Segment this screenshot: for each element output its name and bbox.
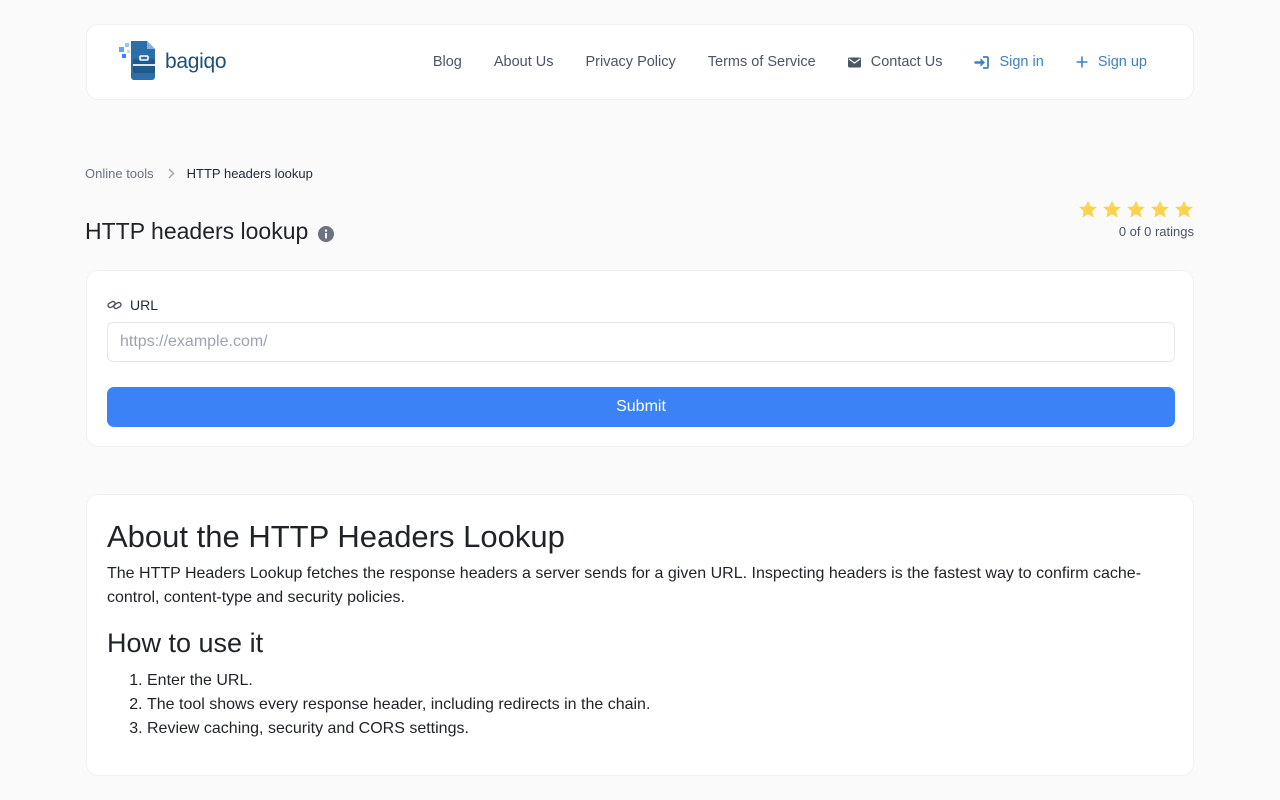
breadcrumb: Online tools HTTP headers lookup: [85, 166, 313, 181]
breadcrumb-online-tools[interactable]: Online tools: [85, 166, 154, 181]
about-paragraph: The HTTP Headers Lookup fetches the resp…: [107, 565, 1142, 606]
sign-up-link[interactable]: Sign up: [1076, 54, 1147, 70]
rating-widget: 0 of 0 ratings: [1078, 200, 1194, 239]
about-card: About the HTTP Headers Lookup The HTTP H…: [86, 494, 1194, 776]
star-icon[interactable]: [1174, 200, 1194, 219]
url-label-row: URL: [107, 297, 158, 313]
url-input[interactable]: [107, 322, 1175, 362]
nav-privacy-label: Privacy Policy: [585, 54, 676, 70]
brand-name: bagiqo: [165, 50, 227, 73]
star-icon[interactable]: [1102, 200, 1122, 219]
how-to-steps: Enter the URL. The tool shows every resp…: [107, 669, 1173, 741]
link-icon: [107, 299, 122, 311]
nav-privacy-link[interactable]: Privacy Policy: [586, 54, 676, 70]
nav-menu: Blog About Us Privacy Policy Terms of Se…: [433, 54, 1147, 70]
nav-about-link[interactable]: About Us: [494, 54, 554, 70]
sign-in-label: Sign in: [999, 54, 1044, 70]
plus-icon: [1076, 56, 1088, 68]
star-icon[interactable]: [1126, 200, 1146, 219]
url-label: URL: [130, 297, 159, 313]
info-icon[interactable]: [318, 225, 335, 242]
brand-logo[interactable]: bagiqo: [119, 39, 227, 86]
sign-in-icon: [974, 55, 990, 69]
how-to-heading: How to use it: [107, 628, 264, 658]
nav-blog-link[interactable]: Blog: [433, 54, 462, 70]
star-icon[interactable]: [1150, 200, 1170, 219]
sign-in-link[interactable]: Sign in: [974, 54, 1044, 70]
breadcrumb-current: HTTP headers lookup: [186, 166, 313, 181]
nav-terms-link[interactable]: Terms of Service: [708, 54, 816, 70]
rating-stars: [1078, 200, 1194, 219]
envelope-icon: [847, 57, 861, 68]
page-title-row: HTTP headers lookup: [85, 218, 335, 245]
list-item: Review caching, security and CORS settin…: [147, 717, 1173, 741]
nav-about-label: About Us: [493, 54, 554, 70]
top-navbar: bagiqo Blog About Us Privacy Policy Term…: [86, 24, 1194, 100]
nav-contact-label: Contact Us: [870, 54, 943, 70]
submit-button[interactable]: Submit: [107, 387, 1175, 427]
chevron-right-icon: [168, 168, 175, 179]
list-item: Enter the URL.: [147, 669, 1173, 693]
page-title: HTTP headers lookup: [85, 218, 309, 244]
star-icon[interactable]: [1078, 200, 1098, 219]
nav-terms-label: Terms of Service: [707, 54, 816, 70]
nav-contact-link[interactable]: Contact Us: [847, 54, 943, 70]
rating-summary: 0 of 0 ratings: [1118, 224, 1194, 239]
lookup-form-card: URL Submit: [86, 270, 1194, 447]
briefcase-logo-icon: [119, 39, 161, 86]
about-heading: About the HTTP Headers Lookup: [107, 519, 565, 554]
list-item: The tool shows every response header, in…: [147, 693, 1173, 717]
sign-up-label: Sign up: [1097, 54, 1147, 70]
nav-blog-label: Blog: [432, 54, 462, 70]
